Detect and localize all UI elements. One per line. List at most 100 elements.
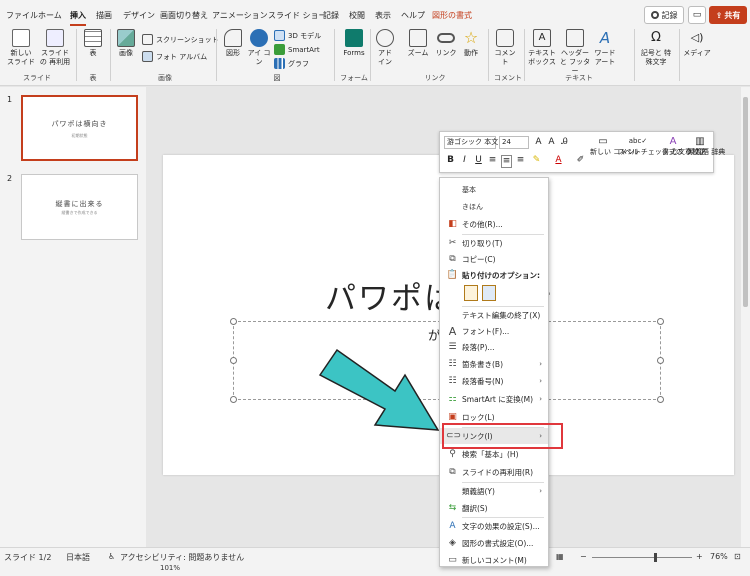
comment-button[interactable]: コメント <box>492 29 518 67</box>
menu-item-smartart[interactable]: ⚏ SmartArt に変換(M) › <box>440 391 548 407</box>
accessibility-status[interactable]: アクセシビリティ: 問題ありません <box>120 552 244 563</box>
clear-format-button[interactable]: A 書式の クリア <box>662 135 706 156</box>
slide-thumbnail-2[interactable]: 縦書に出来る 縦書きで作成できる <box>21 174 138 240</box>
zoom-in-icon[interactable]: + <box>696 552 703 561</box>
menu-item-others[interactable]: ◧ その他(R)... <box>440 216 548 232</box>
shrink-font-icon[interactable]: A <box>546 137 557 148</box>
fit-to-window-icon[interactable]: ⊡ <box>734 552 741 561</box>
highlight-color-icon[interactable]: ✎ <box>531 155 542 166</box>
share-button[interactable]: ⇪ 共有 <box>709 6 747 24</box>
menu-item-font[interactable]: A フォント(F)... <box>440 323 548 339</box>
grow-font-icon[interactable]: A <box>533 137 544 148</box>
align-center-icon[interactable]: ≡ <box>501 155 512 168</box>
paste-keep-format-button[interactable] <box>464 285 478 301</box>
paste-picture-button[interactable] <box>482 285 496 301</box>
menu-item-paragraph[interactable]: ☰ 段落(P)... <box>440 339 548 355</box>
tab-home[interactable]: ホーム <box>38 10 62 21</box>
wordart-button[interactable]: A ワード アート <box>593 29 617 67</box>
font-size-select[interactable]: 24 <box>499 136 529 149</box>
slide-sorter-icon[interactable]: ▦ <box>556 552 564 561</box>
menu-item-text-effects[interactable]: A 文字の効果の設定(S)... <box>440 518 548 534</box>
menu-item-suggestion-kihon[interactable]: 基本 <box>440 182 548 198</box>
italic-icon[interactable]: I <box>459 155 470 166</box>
tab-review[interactable]: 校閲 <box>349 10 365 21</box>
menu-item-reuse-slide[interactable]: ⧉ スライドの再利用(R) <box>440 464 548 480</box>
menu-item-exit-text-edit[interactable]: テキスト編集の終了(X) <box>440 307 548 323</box>
resize-handle[interactable] <box>657 318 664 325</box>
spell-check-button[interactable]: abc✓ スペル チェック と文章校正 <box>618 135 706 156</box>
link-button[interactable]: リンク <box>434 29 458 58</box>
font-name-select[interactable]: 游ゴシック 本文 <box>444 136 498 149</box>
reuse-slide-icon <box>46 29 64 47</box>
group-label-comment: コメント <box>494 74 522 82</box>
tab-help[interactable]: ヘルプ <box>401 10 425 21</box>
table-button[interactable]: 表 <box>82 29 104 58</box>
format-painter-icon[interactable]: ✐ <box>575 155 586 166</box>
underline-icon[interactable]: U <box>473 155 484 166</box>
new-comment-button[interactable]: ▭ 新しい コメント <box>590 135 641 156</box>
tab-transitions[interactable]: 画面切り替え <box>160 10 208 21</box>
tab-file[interactable]: ファイル <box>6 10 38 21</box>
menu-item-copy[interactable]: ⧉ コピー(C) <box>440 251 548 267</box>
tab-design[interactable]: デザイン <box>123 10 155 21</box>
language-indicator[interactable]: 日本語 <box>66 552 90 563</box>
screenshot-button[interactable]: スクリーンショット <box>142 34 219 45</box>
photo-album-button[interactable]: フォト アルバム <box>142 51 207 62</box>
tab-animations[interactable]: アニメーション <box>212 10 268 21</box>
resize-handle[interactable] <box>230 318 237 325</box>
new-slide-button[interactable]: 新しい スライド <box>6 29 36 67</box>
menu-item-new-comment[interactable]: ▭ 新しいコメント(M) <box>440 552 548 568</box>
media-button[interactable]: ◁) メディア <box>683 29 711 58</box>
thumb-subtitle: 縦書きで作成できる <box>61 210 98 215</box>
menu-item-numbering[interactable]: ☷ 段落番号(N) › <box>440 373 548 389</box>
align-left-icon[interactable]: ≡ <box>487 155 498 166</box>
new-slide-icon <box>12 29 30 47</box>
align-right-icon[interactable]: ≡ <box>515 155 526 166</box>
menu-item-translate[interactable]: ⇆ 翻訳(S) <box>440 500 548 516</box>
record-button[interactable]: 記録 <box>644 6 684 24</box>
zoom-level[interactable]: 76% <box>710 552 728 561</box>
scrollbar-thumb[interactable] <box>743 97 748 307</box>
tab-record[interactable]: 記録 <box>323 10 339 21</box>
comments-button[interactable]: ▭ <box>688 6 706 24</box>
tab-view[interactable]: 表示 <box>375 10 391 21</box>
slide-thumbnail-1[interactable]: パワポは横向き 初期状態 <box>21 95 138 161</box>
forms-button[interactable]: Forms <box>340 29 368 58</box>
reuse-slide-button[interactable]: スライドの 再利用 <box>39 29 71 67</box>
shapes-button[interactable]: 図形 <box>221 29 245 58</box>
tab-draw[interactable]: 描画 <box>96 10 112 21</box>
vertical-scrollbar[interactable] <box>741 87 750 547</box>
menu-item-cut[interactable]: ✂ 切り取り(T) <box>440 235 548 251</box>
image-button[interactable]: 画像 <box>114 29 138 58</box>
symbol-button[interactable]: Ω 記号と 特殊文字 <box>640 29 672 67</box>
thesaurus-button[interactable]: ▥ 類義語 辞典 <box>688 135 725 156</box>
tab-shape-format[interactable]: 図形の書式 <box>432 10 472 21</box>
addin-button[interactable]: アド イン <box>374 29 396 67</box>
resize-handle[interactable] <box>230 357 237 364</box>
tab-insert[interactable]: 挿入 <box>70 10 86 26</box>
bold-icon[interactable]: B <box>445 155 456 166</box>
zoom-button[interactable]: ズーム <box>405 29 431 58</box>
zoom-slider-thumb[interactable] <box>654 553 657 562</box>
menu-item-suggestion-kihon-hiragana[interactable]: きほん <box>440 199 548 215</box>
paste-icon: 📋 <box>446 270 459 280</box>
action-button[interactable]: ☆ 動作 <box>460 29 482 58</box>
textbox-button[interactable]: A テキスト ボックス <box>528 29 556 67</box>
resize-handle[interactable] <box>230 396 237 403</box>
font-color-icon[interactable]: A <box>553 155 564 166</box>
menu-item-bullets[interactable]: ☷ 箇条書き(B) › <box>440 356 548 372</box>
tab-slideshow[interactable]: スライド ショー <box>268 10 327 21</box>
zoom-slider[interactable] <box>592 557 692 558</box>
smartart-button[interactable]: SmartArt <box>274 44 320 55</box>
icons-button[interactable]: アイ コン <box>247 29 271 67</box>
resize-handle[interactable] <box>657 396 664 403</box>
zoom-out-icon[interactable]: − <box>580 552 587 561</box>
shapes-icon <box>224 29 242 47</box>
resize-handle[interactable] <box>657 357 664 364</box>
text-style-icon[interactable]: Ꭿ <box>559 137 570 148</box>
3d-model-button[interactable]: 3D モデル <box>274 30 321 41</box>
header-footer-button[interactable]: ヘッダーと フッター <box>559 29 591 76</box>
graph-button[interactable]: グラフ <box>274 58 309 69</box>
menu-item-synonyms[interactable]: 類義語(Y) › <box>440 483 548 499</box>
menu-item-shape-format[interactable]: ◈ 図形の書式設定(O)... <box>440 535 548 551</box>
